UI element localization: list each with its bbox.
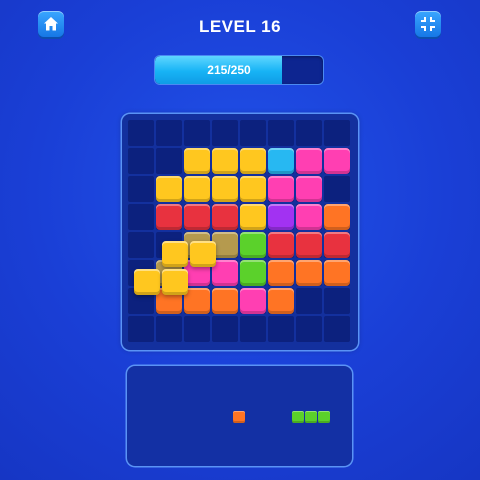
board-cell[interactable] xyxy=(156,316,182,342)
dragged-block xyxy=(162,241,188,267)
block-pink xyxy=(296,176,322,202)
board-cell[interactable] xyxy=(212,316,238,342)
block-red xyxy=(156,204,182,230)
board-cell[interactable] xyxy=(296,120,322,146)
level-title: LEVEL 16 xyxy=(198,17,282,36)
board-cell[interactable] xyxy=(128,120,154,146)
board-cell[interactable] xyxy=(268,120,294,146)
dragged-block xyxy=(190,241,216,267)
block-orange xyxy=(212,288,238,314)
board-cell[interactable] xyxy=(296,288,322,314)
block-yellow xyxy=(212,148,238,174)
home-icon xyxy=(44,17,58,31)
board-cell[interactable] xyxy=(268,316,294,342)
level-progress-bar: 215/250 xyxy=(155,56,323,84)
board-cell[interactable] xyxy=(184,316,210,342)
game-screen: LEVEL 16 215/250 xyxy=(0,0,480,480)
board-cell[interactable] xyxy=(324,120,350,146)
board-cell[interactable] xyxy=(324,316,350,342)
block-yellow xyxy=(240,176,266,202)
board-cell[interactable] xyxy=(296,316,322,342)
block-red xyxy=(324,232,350,258)
board-cell[interactable] xyxy=(184,120,210,146)
dragged-block xyxy=(134,269,160,295)
block-yellow xyxy=(212,176,238,202)
dragged-block xyxy=(162,269,188,295)
collapse-icon xyxy=(421,17,435,31)
block-pink xyxy=(324,148,350,174)
block-pink xyxy=(240,288,266,314)
block-orange xyxy=(268,288,294,314)
block-yellow xyxy=(184,176,210,202)
block-yellow xyxy=(240,204,266,230)
block-red xyxy=(296,232,322,258)
block-green xyxy=(240,232,266,258)
board-cell[interactable] xyxy=(324,288,350,314)
block-green xyxy=(240,260,266,286)
block-orange xyxy=(324,260,350,286)
collapse-button[interactable] xyxy=(415,11,441,37)
tray-block xyxy=(292,411,304,423)
block-red xyxy=(184,204,210,230)
board-cell[interactable] xyxy=(212,120,238,146)
piece-tray[interactable] xyxy=(127,366,352,466)
block-red xyxy=(212,204,238,230)
block-yellow xyxy=(184,148,210,174)
block-orange xyxy=(268,260,294,286)
board-cell[interactable] xyxy=(240,316,266,342)
home-button[interactable] xyxy=(38,11,64,37)
tray-block xyxy=(305,411,317,423)
board-cell[interactable] xyxy=(128,316,154,342)
block-orange xyxy=(296,260,322,286)
block-orange xyxy=(324,204,350,230)
board-cell[interactable] xyxy=(240,120,266,146)
block-pink xyxy=(296,148,322,174)
game-board[interactable] xyxy=(122,114,358,350)
board-cell[interactable] xyxy=(128,148,154,174)
block-yellow xyxy=(240,148,266,174)
block-red xyxy=(268,232,294,258)
block-pink xyxy=(268,176,294,202)
block-cyan xyxy=(268,148,294,174)
tray-block xyxy=(233,411,245,423)
board-cell[interactable] xyxy=(128,176,154,202)
block-yellow xyxy=(156,176,182,202)
board-cell[interactable] xyxy=(324,176,350,202)
board-cell[interactable] xyxy=(128,232,154,258)
tray-block xyxy=(318,411,330,423)
block-pink xyxy=(296,204,322,230)
board-cell[interactable] xyxy=(156,148,182,174)
board-cell[interactable] xyxy=(156,120,182,146)
block-purple xyxy=(268,204,294,230)
board-cell[interactable] xyxy=(128,204,154,230)
progress-text: 215/250 xyxy=(207,63,251,77)
